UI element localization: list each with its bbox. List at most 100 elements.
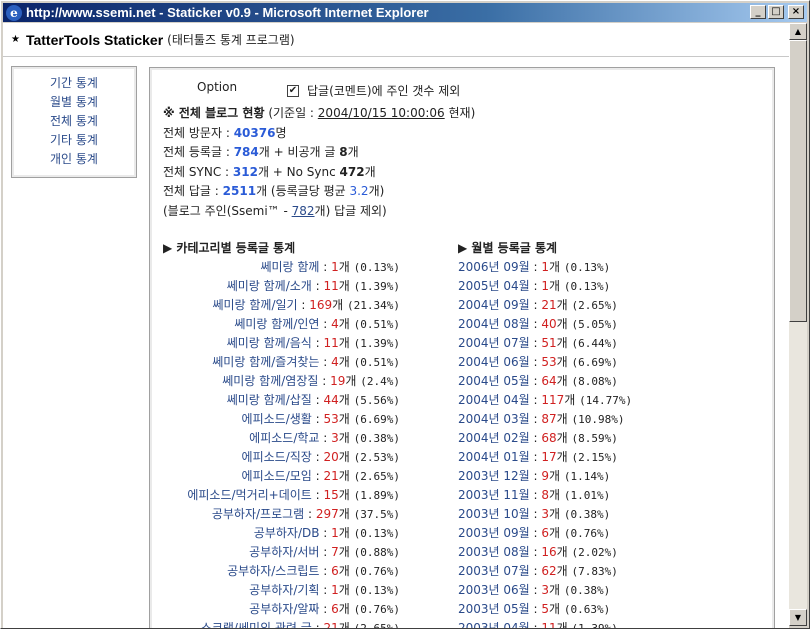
visitors-count: 40376 [233,125,276,140]
exclude-owner-checkbox[interactable]: ✔ [287,84,299,97]
month-row-name[interactable]: 2003년 09월 [458,526,530,540]
category-row-sep: : [311,469,324,483]
month-row-name[interactable]: 2003년 04월 [458,621,530,628]
scroll-up-arrow-icon[interactable]: ▲ [789,23,807,40]
owner-prefix: (블로그 주인(Ssemi™ - [163,203,292,218]
month-row-percent: (0.76%) [563,527,611,540]
month-row-name[interactable]: 2003년 10월 [458,507,530,521]
month-row-percent: (1.14%) [563,470,611,483]
month-row-name[interactable]: 2004년 02월 [458,431,530,445]
sidebar-item-other[interactable]: 기타 통계 [12,131,136,150]
month-row-count: 5 [541,602,550,616]
category-row-unit: 개 [338,279,354,293]
category-row-sep: : [311,450,324,464]
category-row-unit: 개 [338,469,354,483]
month-row-unit: 개 [549,526,564,540]
month-row-name[interactable]: 2003년 12월 [458,469,530,483]
category-row-count: 6 [331,564,339,578]
category-row: 쎄미랑 함께/삽질 : 44개 (5.56%) [150,391,400,410]
month-row-sep: : [529,317,542,331]
option-checkbox-row[interactable]: ✔ 답글(코멘트)에 주인 갯수 제외 [287,82,460,99]
month-row-percent: (2.65%) [571,299,618,312]
sidebar-item-period[interactable]: 기간 통계 [12,74,136,93]
sidebar-item-personal[interactable]: 개인 통계 [12,150,136,169]
category-row-percent: (2.65%) [354,622,400,628]
category-row-name[interactable]: 쎄미랑 함께/음식 [227,336,312,350]
minimize-button[interactable]: _ [750,5,766,19]
category-row: 에피소드/모임 : 21개 (2.65%) [150,467,400,486]
category-row-count: 4 [331,317,339,331]
category-row-name[interactable]: 에피소드/직장 [242,450,312,464]
category-row-name[interactable]: 공부하자/스크립트 [227,564,319,578]
month-row-count: 117 [541,393,565,407]
category-row-name[interactable]: 쎄미랑 함께/염장질 [222,374,318,388]
month-row-sep: : [529,260,542,274]
month-row-name[interactable]: 2003년 11월 [458,488,530,502]
category-row-name[interactable]: 공부하자/프로그램 [212,507,304,521]
category-row-percent: (0.76%) [353,603,400,616]
month-row-name[interactable]: 2005년 04월 [458,279,530,293]
month-row-name[interactable]: 2004년 01월 [458,450,530,464]
title-bar[interactable]: e http://www.ssemi.net - Staticker v0.9 … [3,3,807,22]
category-row: 쎄미랑 함께/음식 : 11개 (1.39%) [150,334,400,353]
browser-window: e http://www.ssemi.net - Staticker v0.9 … [0,0,810,629]
category-row-name[interactable]: 쎄미랑 함께/소개 [227,279,312,293]
category-row-name[interactable]: 쎄미랑 함께 [260,260,319,274]
month-row-unit: 개 [549,469,564,483]
category-row-name[interactable]: 에피소드/모임 [242,469,312,483]
owner-count-link[interactable]: 782 [292,204,315,218]
category-row-sep: : [311,488,324,502]
category-row-count: 3 [331,431,339,445]
replies-line: 전체 답글 : 2511개 (등록글당 평균 3.2개) [163,182,475,202]
month-row-name[interactable]: 2003년 07월 [458,564,530,578]
category-row-name[interactable]: 에피소드/먹거리+데이트 [187,488,312,502]
sidebar-item-monthly[interactable]: 월별 통계 [12,93,136,112]
category-row-name[interactable]: 공부하자/서버 [249,545,319,559]
month-row-name[interactable]: 2004년 05월 [458,374,530,388]
month-row: 2003년 05월 : 5개 (0.63%) [458,600,758,619]
close-button[interactable]: × [788,5,804,19]
month-row-name[interactable]: 2004년 09월 [458,298,530,312]
vertical-scrollbar[interactable]: ▲ ▼ [789,23,807,626]
month-row-name[interactable]: 2004년 08월 [458,317,530,331]
category-row-unit: 개 [338,260,354,274]
category-row-unit: 개 [338,336,354,350]
category-row-count: 21 [323,469,339,483]
maximize-button[interactable]: □ [768,5,784,19]
category-row-name[interactable]: 공부하자/기획 [249,583,319,597]
category-row-name[interactable]: 에피소드/생활 [242,412,312,426]
category-row-sep: : [311,412,324,426]
month-row-name[interactable]: 2004년 06월 [458,355,530,369]
category-row-name[interactable]: 쎄미랑 함께/인연 [234,317,319,331]
month-row-name[interactable]: 2003년 05월 [458,602,530,616]
month-row-name[interactable]: 2004년 04월 [458,393,530,407]
category-row-name[interactable]: 쎄미랑 함께/삽질 [227,393,312,407]
month-row-percent: (0.13%) [563,261,611,274]
month-row-name[interactable]: 2004년 03월 [458,412,530,426]
category-row-count: 20 [323,450,339,464]
month-row-count: 9 [541,469,550,483]
scroll-thumb[interactable] [789,40,807,322]
category-row-name[interactable]: 스크랩/쎄미의 관련 글 [201,621,312,628]
scroll-down-arrow-icon[interactable]: ▼ [789,609,807,626]
category-row-name[interactable]: 쎄미랑 함께/즐겨찾는 [212,355,319,369]
category-row-name[interactable]: 공부하자/알짜 [249,602,319,616]
month-row-name[interactable]: 2003년 08월 [458,545,530,559]
app-subtitle: (태터툴즈 통계 프로그램) [167,33,295,47]
month-row-unit: 개 [556,621,572,628]
month-row-count: 3 [541,583,550,597]
category-row: 에피소드/생활 : 53개 (6.69%) [150,410,400,429]
category-row-name[interactable]: 공부하자/DB [254,526,320,540]
month-row-count: 87 [541,412,557,426]
posts-count: 784 [233,145,259,159]
month-row-name[interactable]: 2004년 07월 [458,336,530,350]
category-row-unit: 개 [338,583,354,597]
category-row-name[interactable]: 에피소드/학교 [249,431,319,445]
category-row-percent: (0.38%) [353,432,400,445]
month-row-sep: : [529,545,542,559]
month-row-sep: : [529,393,542,407]
month-row-name[interactable]: 2006년 09월 [458,260,530,274]
category-row-name[interactable]: 쎄미랑 함께/일기 [212,298,297,312]
sidebar-item-overall[interactable]: 전체 통계 [12,112,136,131]
month-row-name[interactable]: 2003년 06월 [458,583,530,597]
